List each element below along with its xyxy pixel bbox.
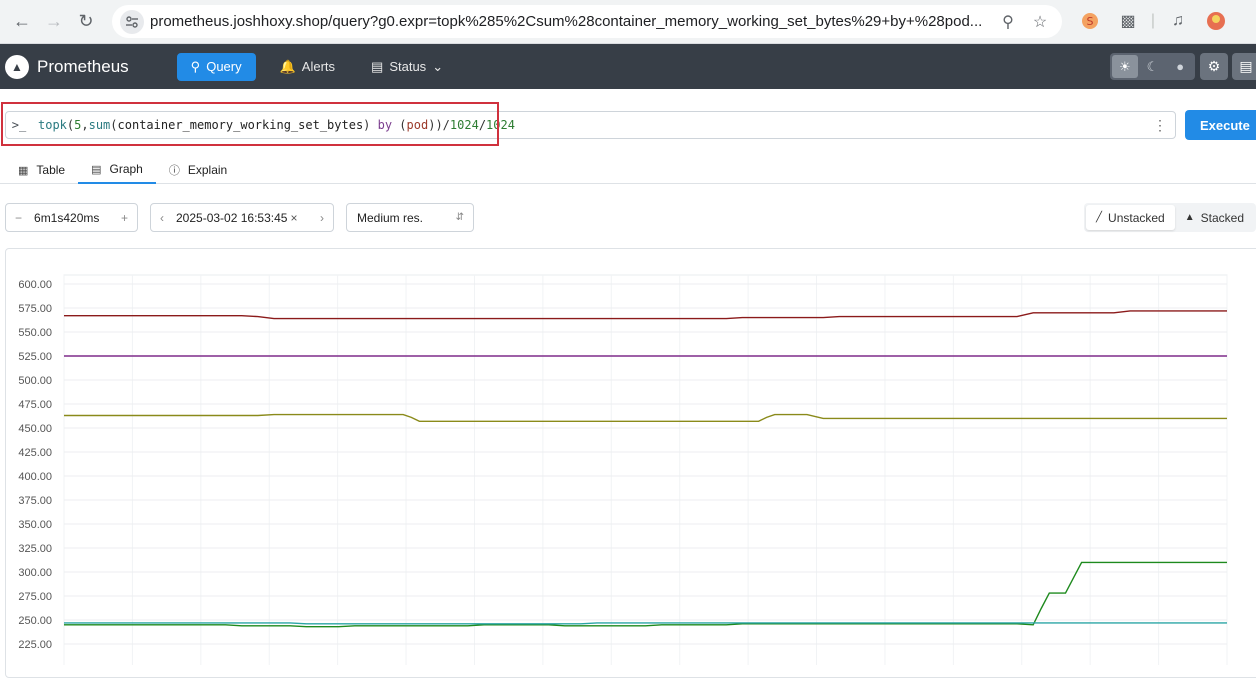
y-tick-label: 500.00 — [18, 375, 52, 387]
profile-avatar-icon[interactable] — [1202, 7, 1230, 35]
server-icon: ▤ — [371, 58, 384, 74]
back-icon[interactable]: ← — [6, 6, 38, 38]
y-tick-label: 350.00 — [18, 519, 52, 531]
unstacked-button[interactable]: ╱ Unstacked — [1086, 205, 1175, 230]
y-tick-label: 600.00 — [18, 279, 52, 291]
resolution-select[interactable]: Medium res. ⇵ — [346, 203, 474, 232]
chevron-left-icon[interactable]: ‹ — [160, 211, 164, 225]
decrease-range-icon[interactable]: − — [15, 211, 22, 225]
tab-table-label: Table — [36, 163, 66, 177]
address-bar[interactable]: prometheus.joshhoxy.shop/query?g0.expr=t… — [112, 5, 1062, 38]
series-line-1[interactable] — [64, 310, 1227, 320]
query-highlight-box — [1, 102, 499, 146]
y-tick-label: 425.00 — [18, 447, 52, 459]
nav-status-label: Status — [389, 59, 427, 74]
tab-explain[interactable]: ⓘ Explain — [156, 156, 240, 184]
y-tick-label: 550.00 — [18, 327, 52, 339]
y-tick-label: 450.00 — [18, 423, 52, 435]
dark-theme-icon[interactable]: ☾ — [1140, 55, 1166, 78]
site-info-icon[interactable] — [120, 9, 144, 34]
nav-query[interactable]: ⚲ Query — [176, 52, 256, 81]
line-chart[interactable]: 600.00 575.00 550.00 525.00 500.00 475.00 450.… — [6, 249, 1256, 665]
series-line-5[interactable] — [64, 622, 1227, 625]
range-input[interactable]: − 6m1s420ms + — [5, 203, 138, 232]
y-tick-label: 475.00 — [18, 399, 52, 411]
y-tick-label: 225.00 — [18, 639, 52, 651]
plot-area — [63, 274, 1228, 665]
app-header: ▲ Prometheus ⚲ Query 🔔 Alerts ▤ Status ⌄… — [0, 44, 1256, 89]
settings-gear-icon[interactable]: ⚙ — [1200, 53, 1228, 80]
bookmark-star-icon[interactable]: ☆ — [1028, 10, 1052, 34]
extensions-puzzle-icon[interactable]: ▩ — [1114, 7, 1142, 35]
stacked-label: Stacked — [1200, 210, 1244, 225]
end-time-value[interactable]: 2025-03-02 16:53:45 — [176, 211, 287, 225]
browser-theme-icon[interactable]: ● — [1167, 55, 1193, 78]
nav-status[interactable]: ▤ Status ⌄ — [357, 53, 457, 81]
unstacked-icon: ╱ — [1096, 212, 1103, 223]
increase-range-icon[interactable]: + — [121, 211, 128, 225]
tab-table[interactable]: ▦ Table — [0, 156, 78, 184]
nav-alerts[interactable]: 🔔 Alerts — [266, 53, 349, 81]
bell-icon: 🔔 — [279, 58, 296, 74]
divider: | — [1150, 12, 1156, 29]
info-circle-icon: ⓘ — [168, 165, 180, 177]
graph-icon: ▤ — [91, 163, 102, 176]
y-tick-label: 525.00 — [18, 351, 52, 363]
theme-switcher: ☀ ☾ ● — [1110, 53, 1195, 80]
docs-book-icon[interactable]: ▤ — [1232, 53, 1256, 80]
series-line-3[interactable] — [64, 413, 1227, 422]
table-icon: ▦ — [18, 164, 29, 177]
nav-alerts-label: Alerts — [301, 59, 336, 74]
clear-time-icon[interactable]: × — [290, 211, 297, 225]
y-tick-label: 375.00 — [18, 495, 52, 507]
select-arrows-icon: ⇵ — [455, 212, 464, 223]
browser-toolbar: ← → ↻ prometheus.joshhoxy.shop/query?g0.… — [0, 0, 1256, 44]
forward-icon[interactable]: → — [38, 6, 70, 38]
reload-icon[interactable]: ↻ — [70, 6, 102, 38]
result-tabs: ▦ Table ▤ Graph ⓘ Explain — [0, 156, 1256, 184]
y-tick-label: 300.00 — [18, 567, 52, 579]
end-time-input[interactable]: ‹ 2025-03-02 16:53:45 × › — [150, 203, 334, 232]
tab-graph-label: Graph — [109, 162, 143, 176]
y-tick-label: 325.00 — [18, 543, 52, 555]
resolution-value: Medium res. — [357, 210, 424, 225]
more-options-icon[interactable]: ⋮ — [1153, 117, 1167, 134]
y-tick-label: 250.00 — [18, 615, 52, 627]
stacked-icon: ▲ — [1184, 212, 1195, 223]
tab-graph[interactable]: ▤ Graph — [78, 156, 156, 184]
media-control-icon[interactable]: ♫ — [1164, 7, 1192, 35]
stacked-button[interactable]: ▲ Stacked — [1175, 205, 1254, 230]
prometheus-logo-icon: ▲ — [5, 54, 29, 79]
extension-s-icon[interactable]: S — [1076, 7, 1104, 35]
chevron-down-icon: ⌄ — [432, 58, 444, 74]
nav-query-label: Query — [206, 59, 242, 74]
stack-toggle: ╱ Unstacked ▲ Stacked — [1084, 203, 1256, 232]
chevron-right-icon[interactable]: › — [320, 211, 324, 225]
url-text[interactable]: prometheus.joshhoxy.shop/query?g0.expr=t… — [150, 13, 990, 30]
search-icon: ⚲ — [190, 58, 201, 74]
graph-panel: 600.00 575.00 550.00 525.00 500.00 475.00 450.… — [5, 248, 1256, 678]
y-tick-label: 275.00 — [18, 591, 52, 603]
unstacked-label: Unstacked — [1108, 210, 1165, 225]
light-theme-icon[interactable]: ☀ — [1112, 55, 1138, 78]
zoom-icon[interactable]: ⚲ — [996, 10, 1020, 34]
execute-button[interactable]: Execute — [1185, 110, 1256, 140]
y-tick-label: 400.00 — [18, 471, 52, 483]
tab-explain-label: Explain — [187, 163, 228, 177]
range-value[interactable]: 6m1s420ms — [34, 211, 99, 225]
y-tick-label: 575.00 — [18, 303, 52, 315]
app-title: Prometheus — [37, 56, 129, 76]
svg-text:S: S — [1087, 15, 1094, 28]
